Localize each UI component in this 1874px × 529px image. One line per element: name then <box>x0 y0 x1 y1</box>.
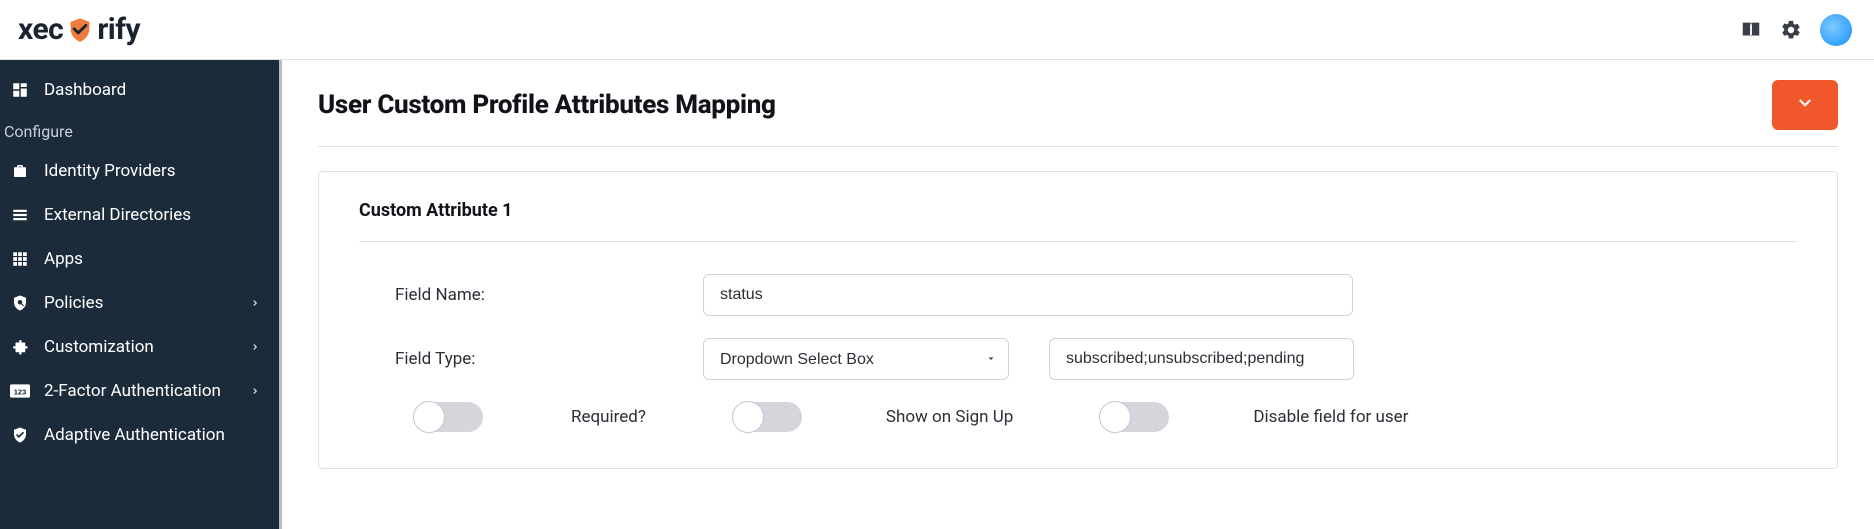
brand-logo: xec rify <box>18 12 140 47</box>
sidebar-item-dashboard[interactable]: Dashboard <box>0 68 279 112</box>
sidebar-item-identity-providers[interactable]: Identity Providers <box>0 149 279 193</box>
show-on-signup-label: Show on Sign Up <box>886 407 1013 427</box>
sidebar-item-label: Adaptive Authentication <box>44 425 269 445</box>
field-name-input[interactable] <box>703 274 1353 316</box>
brand-text-2: rify <box>97 12 140 47</box>
required-toggle[interactable] <box>413 402 483 432</box>
chevron-right-icon <box>247 339 263 355</box>
sidebar-item-label: Policies <box>44 293 233 313</box>
list-icon <box>10 205 30 225</box>
svg-text:123: 123 <box>14 387 27 396</box>
avatar[interactable] <box>1820 14 1852 46</box>
sidebar-item-policies[interactable]: Policies <box>0 281 279 325</box>
collapse-button[interactable] <box>1772 80 1838 130</box>
sidebar-item-customization[interactable]: Customization <box>0 325 279 369</box>
gear-icon[interactable] <box>1780 19 1802 41</box>
card-title: Custom Attribute 1 <box>359 200 1797 221</box>
show-on-signup-toggle[interactable] <box>732 402 802 432</box>
required-label: Required? <box>571 407 646 427</box>
sidebar-item-label: External Directories <box>44 205 269 225</box>
dashboard-icon <box>10 80 30 100</box>
field-type-label: Field Type: <box>359 349 703 369</box>
shield-icon <box>66 16 94 44</box>
keypad-icon: 123 <box>10 381 30 401</box>
page-title: User Custom Profile Attributes Mapping <box>318 90 776 120</box>
page-title-row: User Custom Profile Attributes Mapping <box>318 80 1838 147</box>
book-icon[interactable] <box>1740 19 1762 41</box>
field-name-row: Field Name: <box>359 274 1797 316</box>
field-name-label: Field Name: <box>359 285 703 305</box>
custom-attribute-card: Custom Attribute 1 Field Name: Field Typ… <box>318 171 1838 469</box>
apps-icon <box>10 249 30 269</box>
chevron-right-icon <box>247 295 263 311</box>
brand-text-1: xec <box>18 12 63 47</box>
disable-for-user-toggle[interactable] <box>1099 402 1169 432</box>
field-type-row: Field Type: Dropdown Select Box <box>359 338 1797 380</box>
sidebar-item-label: 2-Factor Authentication <box>44 381 233 401</box>
main-content: User Custom Profile Attributes Mapping C… <box>282 60 1874 529</box>
field-options-input[interactable] <box>1049 338 1354 380</box>
field-type-select[interactable]: Dropdown Select Box <box>703 338 1009 380</box>
show-on-signup-toggle-group: Show on Sign Up <box>732 402 1013 432</box>
chevron-right-icon <box>247 383 263 399</box>
sidebar-item-external-directories[interactable]: External Directories <box>0 193 279 237</box>
sidebar-item-apps[interactable]: Apps <box>0 237 279 281</box>
shield-search-icon <box>10 293 30 313</box>
sidebar: Dashboard Configure Identity Providers E… <box>0 60 282 529</box>
chevron-down-icon <box>1796 94 1814 116</box>
sidebar-item-adaptive-auth[interactable]: Adaptive Authentication <box>0 413 279 457</box>
briefcase-icon <box>10 161 30 181</box>
divider <box>359 241 1797 242</box>
shield-check-icon <box>10 425 30 445</box>
top-header: xec rify <box>0 0 1874 60</box>
puzzle-icon <box>10 337 30 357</box>
sidebar-item-label: Apps <box>44 249 269 269</box>
disable-for-user-toggle-group: Disable field for user <box>1099 402 1408 432</box>
header-actions <box>1740 14 1852 46</box>
sidebar-item-label: Customization <box>44 337 233 357</box>
toggle-row: Required? Show on Sign Up Disable field … <box>359 402 1797 432</box>
required-toggle-group: Required? <box>413 402 646 432</box>
sidebar-item-label: Dashboard <box>44 80 269 100</box>
sidebar-item-2fa[interactable]: 123 2-Factor Authentication <box>0 369 279 413</box>
sidebar-item-label: Identity Providers <box>44 161 269 181</box>
disable-for-user-label: Disable field for user <box>1253 407 1408 427</box>
sidebar-section-configure: Configure <box>0 112 279 149</box>
